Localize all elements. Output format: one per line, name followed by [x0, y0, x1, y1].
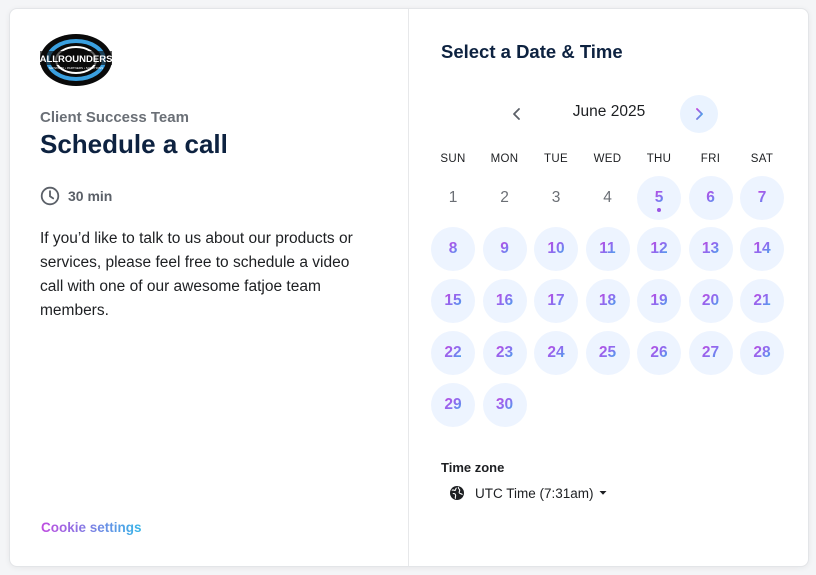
- calendar-day-label: 30: [495, 396, 514, 413]
- calendar-day-label: 8: [448, 240, 458, 257]
- event-description: If you’d like to talk to us about our pr…: [40, 230, 353, 319]
- event-details-panel: ALLROUNDERS NETWORK • PARTNERS • SOLUTIO…: [10, 9, 409, 566]
- calendar-day-label: 1: [448, 189, 458, 206]
- calendar-day-8[interactable]: 8: [431, 227, 475, 271]
- weekday-sat: SAT: [750, 153, 774, 165]
- calendar-day-28[interactable]: 28: [740, 331, 784, 375]
- calendar-day-11[interactable]: 11: [585, 227, 630, 271]
- month-navigation: June 2025: [409, 93, 808, 133]
- chevron-left-icon: [513, 108, 520, 120]
- calendar-day-18[interactable]: 18: [585, 279, 630, 323]
- timezone-label: Time zone: [441, 460, 505, 475]
- calendar-day-10[interactable]: 10: [534, 227, 578, 271]
- calendar-day-label: 29: [444, 396, 462, 413]
- calendar-day-label: 21: [753, 292, 771, 309]
- calendar-day-17[interactable]: 17: [534, 279, 578, 323]
- globe-icon: [450, 486, 464, 500]
- weekday-thu: THU: [646, 153, 672, 165]
- today-indicator: [657, 208, 661, 212]
- event-duration: 30 min: [40, 186, 112, 206]
- calendar-day-26[interactable]: 26: [637, 331, 681, 375]
- calendar-day-12[interactable]: 12: [637, 227, 681, 271]
- calendar-day-label: 15: [444, 292, 462, 309]
- timezone-value: UTC Time (7:31am): [475, 485, 594, 501]
- calendar-day-1: 1: [431, 176, 475, 220]
- calendar-day-label: 10: [547, 240, 565, 257]
- previous-month-button[interactable]: [498, 95, 536, 133]
- weekday-tue: TUE: [544, 153, 568, 165]
- weekday-fri: FRI: [700, 153, 721, 165]
- calendar-day-6[interactable]: 6: [688, 176, 733, 220]
- calendar-day-label: 11: [599, 240, 616, 257]
- calendar-day-label: 19: [650, 292, 668, 309]
- calendar-day-label: 17: [547, 292, 565, 309]
- logo-tagline: NETWORK • PARTNERS • SOLUTIONS: [49, 66, 103, 70]
- calendar-day-4: 4: [586, 176, 630, 220]
- calendar-day-25[interactable]: 25: [585, 331, 630, 375]
- calendar-day-label: 6: [706, 189, 715, 206]
- calendar-day-label: 28: [753, 344, 771, 361]
- calendar-day-label: 22: [444, 344, 462, 361]
- calendar-day-20[interactable]: 20: [688, 279, 733, 323]
- calendar-day-label: 27: [701, 344, 720, 361]
- team-name: Client Success Team: [40, 109, 189, 126]
- calendar-day-24[interactable]: 24: [534, 331, 578, 375]
- next-month-button[interactable]: [680, 95, 718, 133]
- timezone-select[interactable]: UTC Time (7:31am): [449, 485, 618, 501]
- calendar-day-13[interactable]: 13: [688, 227, 733, 271]
- weekday-sun: SUN: [440, 153, 466, 165]
- calendar-day-label: 4: [603, 189, 612, 206]
- calendar-day-15[interactable]: 15: [431, 279, 475, 323]
- calendar-day-label: 16: [495, 292, 514, 309]
- calendar-day-label: 13: [701, 240, 720, 257]
- calendar-day-21[interactable]: 21: [740, 279, 784, 323]
- month-label: June 2025: [572, 103, 646, 120]
- calendar-day-14[interactable]: 14: [740, 227, 784, 271]
- calendar-day-9[interactable]: 9: [482, 227, 527, 271]
- calendar-day-19[interactable]: 19: [637, 279, 681, 323]
- calendar-day-5[interactable]: 5: [637, 176, 681, 220]
- weekday-mon: MON: [490, 153, 519, 165]
- booking-card: ALLROUNDERS NETWORK • PARTNERS • SOLUTIO…: [9, 8, 809, 567]
- calendar-day-7[interactable]: 7: [740, 176, 784, 220]
- calendar-day-label: 24: [547, 344, 565, 361]
- calendar-day-label: 25: [598, 344, 617, 361]
- calendar-day-label: 9: [500, 240, 509, 257]
- calendar-day-22[interactable]: 22: [431, 331, 475, 375]
- calendar-day-label: 18: [598, 292, 617, 309]
- logo-text: ALLROUNDERS: [40, 54, 113, 65]
- weekday-wed: WED: [593, 153, 622, 165]
- calendar-day-label: 26: [650, 344, 668, 361]
- event-title: Schedule a call: [40, 129, 228, 159]
- chevron-right-icon: [696, 108, 703, 120]
- calendar-heading: Select a Date & Time: [441, 41, 623, 62]
- duration-label: 30 min: [68, 188, 113, 204]
- calendar-day-label: 3: [551, 189, 561, 206]
- calendar-day-label: 7: [757, 189, 767, 206]
- calendar-day-27[interactable]: 27: [688, 331, 733, 375]
- clock-icon: [40, 186, 60, 206]
- calendar-day-label: 2: [500, 189, 509, 206]
- cookie-settings-link[interactable]: Cookie settings: [41, 520, 142, 535]
- calendar-day-label: 14: [753, 240, 771, 257]
- calendar-day-2: 2: [483, 176, 527, 220]
- calendar-day-23[interactable]: 23: [482, 331, 527, 375]
- caret-down-icon: [599, 491, 607, 495]
- calendar-day-label: 20: [701, 292, 720, 309]
- calendar-day-label: 23: [495, 344, 514, 361]
- calendar-day-29[interactable]: 29: [431, 383, 475, 427]
- date-time-panel: Select a Date & Time June 2025 SUN MON T…: [409, 9, 808, 566]
- calendar-day-3: 3: [534, 176, 578, 220]
- calendar-day-30[interactable]: 30: [482, 383, 527, 427]
- calendar-day-label: 5: [654, 189, 664, 206]
- company-logo: ALLROUNDERS NETWORK • PARTNERS • SOLUTIO…: [39, 33, 113, 87]
- calendar-day-label: 12: [650, 240, 668, 257]
- calendar-day-16[interactable]: 16: [482, 279, 527, 323]
